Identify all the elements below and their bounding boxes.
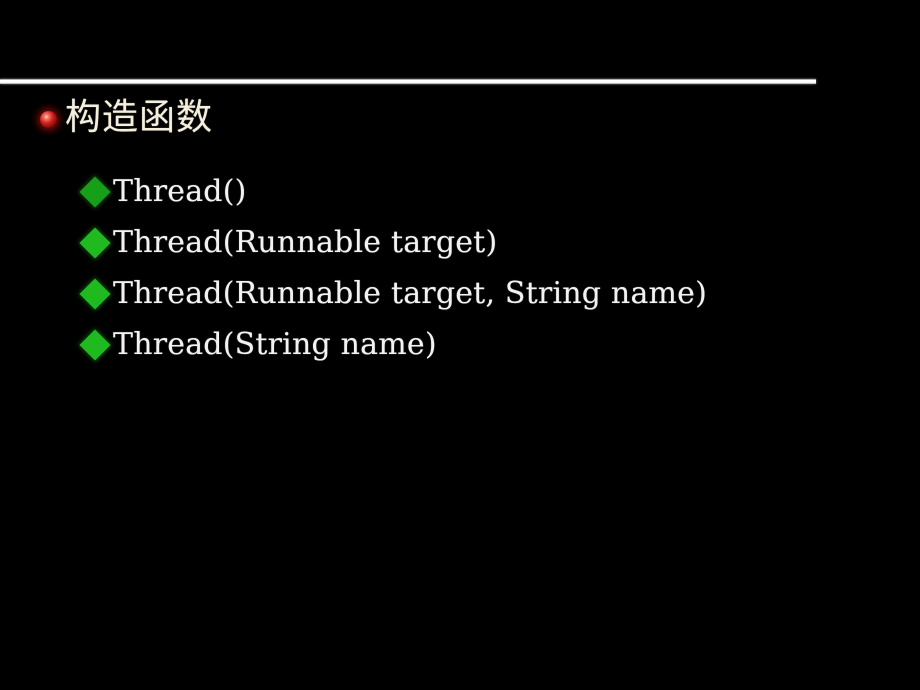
- constructor-list: Thread() Thread(Runnable target) Thread(…: [79, 166, 708, 370]
- page-title: 构造函数: [65, 97, 214, 138]
- list-item: Thread(Runnable target): [79, 217, 707, 268]
- green-diamond-bullet-icon: [79, 328, 111, 361]
- list-item-label: Thread(String name): [113, 326, 437, 362]
- title-underline-rule: [0, 79, 816, 84]
- green-diamond-bullet-icon: [79, 226, 111, 259]
- list-item-label: Thread(Runnable target, String name): [113, 275, 708, 311]
- heading-row: 构造函数: [40, 100, 213, 136]
- red-sphere-bullet-icon: [40, 110, 57, 128]
- list-item-label: Thread(): [113, 173, 247, 209]
- list-item: Thread(String name): [79, 319, 707, 370]
- slide-canvas: 构造函数 Thread() Thread(Runnable target) Th…: [0, 0, 920, 690]
- list-item: Thread(Runnable target, String name): [79, 268, 708, 319]
- green-diamond-bullet-icon: [79, 175, 111, 208]
- list-item: Thread(): [79, 166, 707, 217]
- list-item-label: Thread(Runnable target): [113, 224, 498, 260]
- green-diamond-bullet-icon: [79, 277, 111, 310]
